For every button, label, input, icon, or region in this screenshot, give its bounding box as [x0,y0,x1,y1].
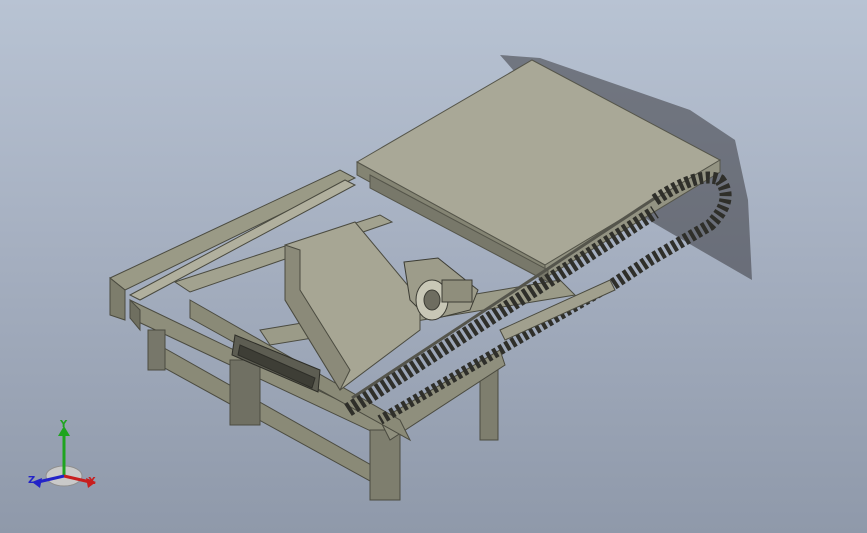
coordinate-triad: Y Z X [26,418,106,498]
z-axis-label: Z [28,475,36,486]
cad-viewport[interactable]: Y Z X [0,0,867,533]
x-axis-label: X [88,476,96,487]
y-axis-label: Y [60,419,68,430]
cad-model-assembly[interactable] [0,0,867,533]
